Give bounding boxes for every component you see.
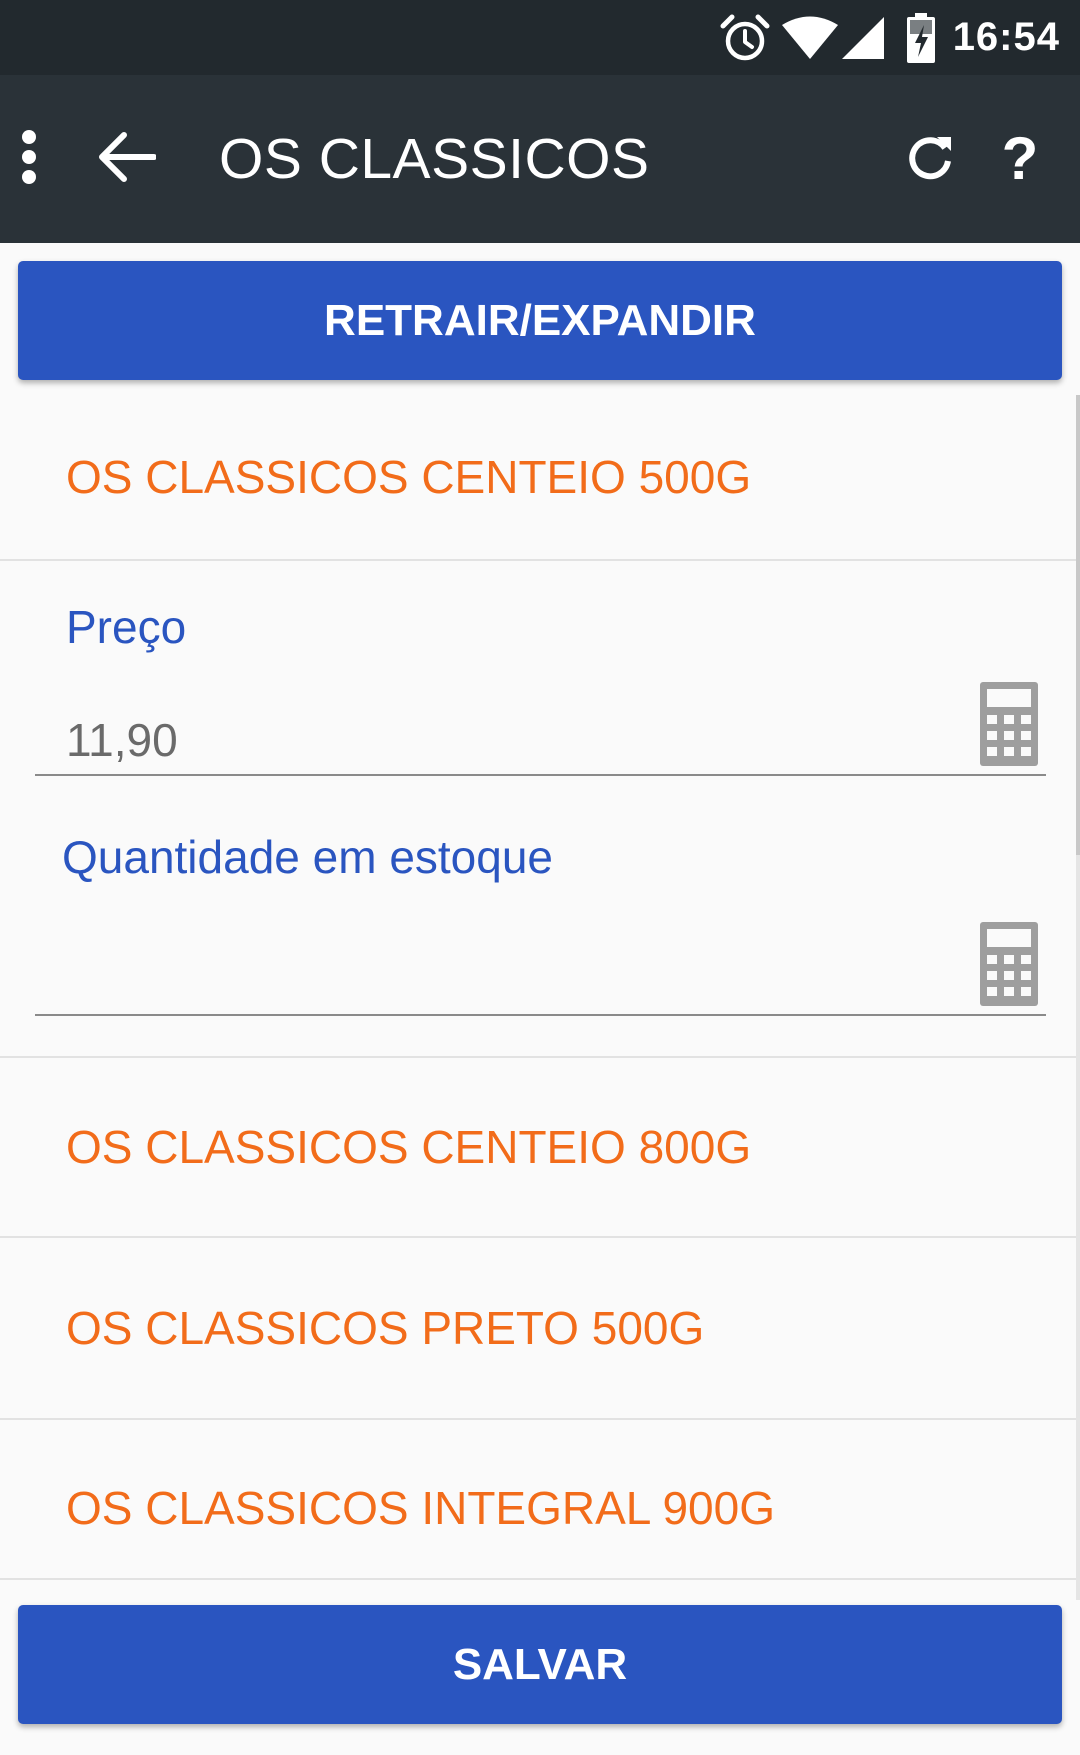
price-calculator-button[interactable] (980, 682, 1038, 766)
status-bar: 16:54 (0, 0, 1080, 75)
more-options-button[interactable] (0, 121, 58, 197)
stock-quantity-input[interactable] (66, 948, 946, 1010)
status-icons: 16:54 (719, 0, 1060, 75)
battery-charging-icon (906, 12, 935, 63)
wifi-icon (781, 16, 839, 60)
divider (0, 1578, 1076, 1580)
page-title: OS CLASSICOS (219, 127, 650, 191)
divider (0, 559, 1076, 561)
price-input[interactable] (66, 709, 946, 771)
stock-calculator-button[interactable] (980, 922, 1038, 1006)
alarm-icon (719, 12, 771, 64)
group-header-integral-900g[interactable]: OS CLASSICOS INTEGRAL 900G (0, 1420, 1076, 1596)
calculator-icon (980, 682, 1038, 770)
calculator-icon (980, 922, 1038, 1010)
price-label: Preço (66, 601, 187, 653)
arrow-back-icon (96, 131, 157, 188)
help-icon: ? (1001, 125, 1039, 192)
price-underline (35, 774, 1046, 776)
help-button[interactable]: ? (985, 121, 1055, 197)
refresh-icon (905, 131, 955, 188)
scrollbar[interactable] (1076, 395, 1080, 1600)
back-button[interactable] (88, 121, 164, 197)
collapse-expand-button[interactable]: RETRAIR/EXPANDIR (18, 261, 1062, 380)
signal-icon (841, 16, 885, 60)
refresh-button[interactable] (895, 121, 965, 197)
stock-quantity-underline (35, 1014, 1046, 1016)
more-vert-icon (20, 129, 38, 190)
save-button[interactable]: SALVAR (18, 1605, 1062, 1724)
app-bar: OS CLASSICOS ? (0, 75, 1080, 243)
group-header-preto-500g[interactable]: OS CLASSICOS PRETO 500G (0, 1238, 1076, 1418)
stock-quantity-label: Quantidade em estoque (62, 831, 554, 883)
scrollbar-thumb[interactable] (1076, 395, 1080, 855)
group-header-centeio-500g[interactable]: OS CLASSICOS CENTEIO 500G (0, 395, 1076, 559)
group-header-centeio-800g[interactable]: OS CLASSICOS CENTEIO 800G (0, 1058, 1076, 1236)
status-time: 16:54 (952, 15, 1060, 59)
